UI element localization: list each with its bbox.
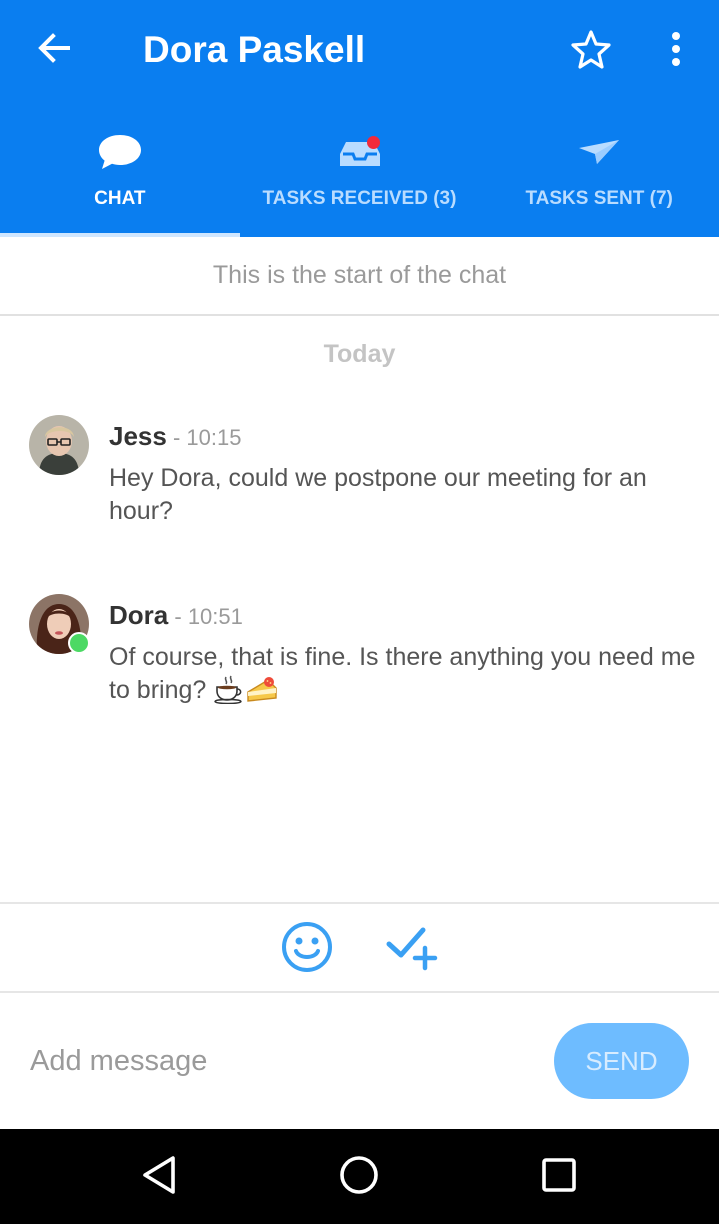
more-options-button[interactable] <box>656 26 696 76</box>
star-outline-icon <box>571 29 611 74</box>
more-vertical-icon <box>670 31 682 72</box>
chat-screen: Dora Paskell CHAT TASKS RECEIVED (3) TAS… <box>0 0 719 1224</box>
message-text: Of course, that is fine. Is there anythi… <box>109 641 699 713</box>
message-text: Hey Dora, could we postpone our meeting … <box>109 462 699 528</box>
tab-bar: CHAT TASKS RECEIVED (3) TASKS SENT (7) <box>0 118 719 237</box>
message-author[interactable]: Dora <box>109 600 168 630</box>
system-navigation-bar <box>0 1129 719 1224</box>
favorite-button[interactable] <box>566 26 616 76</box>
message-separator: - <box>166 425 187 450</box>
tab-label: CHAT <box>94 188 146 209</box>
nav-back-triangle-icon <box>139 1154 179 1201</box>
nav-back-button[interactable] <box>135 1153 183 1201</box>
add-task-button[interactable] <box>383 922 441 976</box>
app-bar: Dora Paskell CHAT TASKS RECEIVED (3) TAS… <box>0 0 719 237</box>
nav-home-circle-icon <box>338 1154 380 1201</box>
date-divider: Today <box>323 340 396 368</box>
chat-start-notice: This is the start of the chat <box>0 237 719 316</box>
message-time: 10:51 <box>187 604 243 629</box>
tab-tasks-sent[interactable]: TASKS SENT (7) <box>479 118 719 237</box>
nav-recents-square-icon <box>539 1155 579 1200</box>
composer-toolbar <box>0 902 719 993</box>
notification-dot <box>366 136 380 149</box>
cake-emoji-icon <box>245 674 279 713</box>
arrow-left-icon <box>36 30 72 71</box>
inbox-tray-icon <box>335 132 385 172</box>
send-button[interactable]: SEND <box>554 1023 689 1099</box>
message-input-row: SEND <box>0 993 719 1129</box>
chat-bubble-icon <box>95 132 145 172</box>
nav-home-button[interactable] <box>335 1153 383 1201</box>
tab-label: TASKS RECEIVED (3) <box>262 188 457 209</box>
emoji-button[interactable] <box>280 921 334 978</box>
back-button[interactable] <box>22 22 86 78</box>
online-status-dot <box>68 632 90 654</box>
message-input[interactable] <box>20 1023 550 1099</box>
message-body: Hey Dora, could we postpone our meeting … <box>109 464 647 525</box>
paper-plane-icon <box>574 132 624 172</box>
message-separator: - <box>168 604 188 629</box>
smiley-icon <box>281 921 333 978</box>
coffee-emoji-icon <box>213 674 245 713</box>
tab-label: TASKS SENT (7) <box>525 188 673 209</box>
tab-tasks-received[interactable]: TASKS RECEIVED (3) <box>240 118 480 237</box>
message-body: Of course, that is fine. Is there anythi… <box>109 643 696 704</box>
check-plus-icon <box>385 922 439 977</box>
message-header: Dora - 10:51 <box>109 600 243 635</box>
message-header: Jess - 10:15 <box>109 421 241 456</box>
nav-recents-button[interactable] <box>535 1153 583 1201</box>
message-time: 10:15 <box>186 425 242 450</box>
message-author[interactable]: Jess <box>109 421 167 451</box>
tab-chat[interactable]: CHAT <box>0 118 240 237</box>
avatar[interactable] <box>29 415 89 475</box>
page-title: Dora Paskell <box>143 29 366 70</box>
